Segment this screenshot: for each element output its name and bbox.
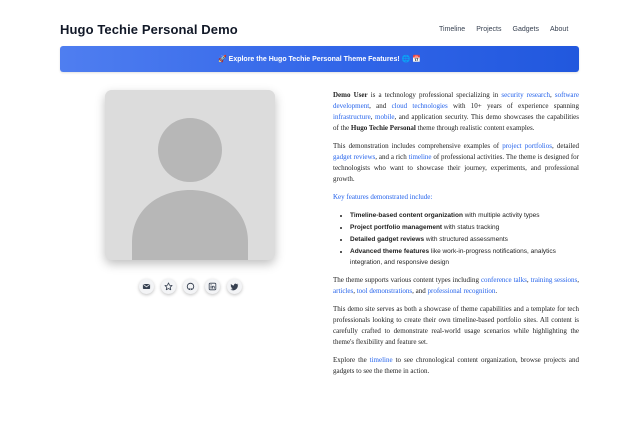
social-links — [139, 279, 242, 294]
avatar — [105, 90, 275, 260]
site-title[interactable]: Hugo Techie Personal Demo — [60, 22, 238, 37]
nav-timeline[interactable]: Timeline — [439, 26, 465, 33]
linkedin-icon — [208, 282, 217, 291]
email-link[interactable] — [139, 279, 154, 294]
content-types-paragraph: The theme supports various content types… — [333, 276, 579, 295]
kofi-link[interactable] — [161, 279, 176, 294]
link-mobile[interactable]: mobile — [375, 113, 394, 121]
list-item: Project portfolio management with status… — [350, 222, 579, 233]
email-icon — [142, 283, 151, 290]
default-avatar-icon — [105, 90, 275, 260]
list-item: Detailed gadget reviews with structured … — [350, 234, 579, 245]
link-professional-recognition[interactable]: professional recognition — [428, 287, 496, 295]
twitter-icon — [230, 283, 239, 291]
feature-list: Timeline-based content organization with… — [333, 210, 579, 268]
list-item: Advanced theme features like work-in-pro… — [350, 246, 579, 268]
link-project-portfolios[interactable]: project portfolios — [502, 142, 552, 150]
link-infrastructure[interactable]: infrastructure — [333, 113, 371, 121]
link-articles[interactable]: articles — [333, 287, 353, 295]
link-tool-demonstrations[interactable]: tool demonstrations — [357, 287, 412, 295]
intro-paragraph: Demo User is a technology professional s… — [333, 91, 579, 132]
announcement-banner[interactable]: 🚀 Explore the Hugo Techie Personal Theme… — [60, 46, 579, 72]
main-nav: Timeline Projects Gadgets About — [439, 26, 568, 33]
showcase-paragraph: This demo site serves as both a showcase… — [333, 305, 579, 346]
link-security-research[interactable]: security research — [501, 91, 550, 99]
user-name: Demo User — [333, 91, 368, 99]
link-key-features[interactable]: Key features demonstrated include: — [333, 193, 432, 201]
features-heading: Key features demonstrated include: — [333, 192, 579, 203]
link-training-sessions[interactable]: training sessions — [531, 276, 578, 284]
list-item: Timeline-based content organization with… — [350, 210, 579, 221]
nav-gadgets[interactable]: Gadgets — [513, 26, 539, 33]
link-cloud-technologies[interactable]: cloud technologies — [392, 102, 448, 110]
link-gadget-reviews[interactable]: gadget reviews — [333, 153, 375, 161]
link-conference-talks[interactable]: conference talks — [481, 276, 527, 284]
explore-paragraph: Explore the timeline to see chronologica… — [333, 356, 579, 375]
theme-name: Hugo Techie Personal — [350, 124, 416, 132]
kofi-icon — [164, 282, 173, 291]
nav-about[interactable]: About — [550, 26, 568, 33]
twitter-link[interactable] — [227, 279, 242, 294]
linkedin-link[interactable] — [205, 279, 220, 294]
demo-paragraph: This demonstration includes comprehensiv… — [333, 142, 579, 183]
link-timeline[interactable]: timeline — [409, 153, 432, 161]
link-explore-timeline[interactable]: timeline — [370, 356, 393, 364]
about-content: Demo User is a technology professional s… — [333, 90, 579, 387]
github-icon — [186, 282, 195, 291]
github-link[interactable] — [183, 279, 198, 294]
nav-projects[interactable]: Projects — [476, 26, 501, 33]
banner-text[interactable]: 🚀 Explore the Hugo Techie Personal Theme… — [218, 55, 421, 63]
